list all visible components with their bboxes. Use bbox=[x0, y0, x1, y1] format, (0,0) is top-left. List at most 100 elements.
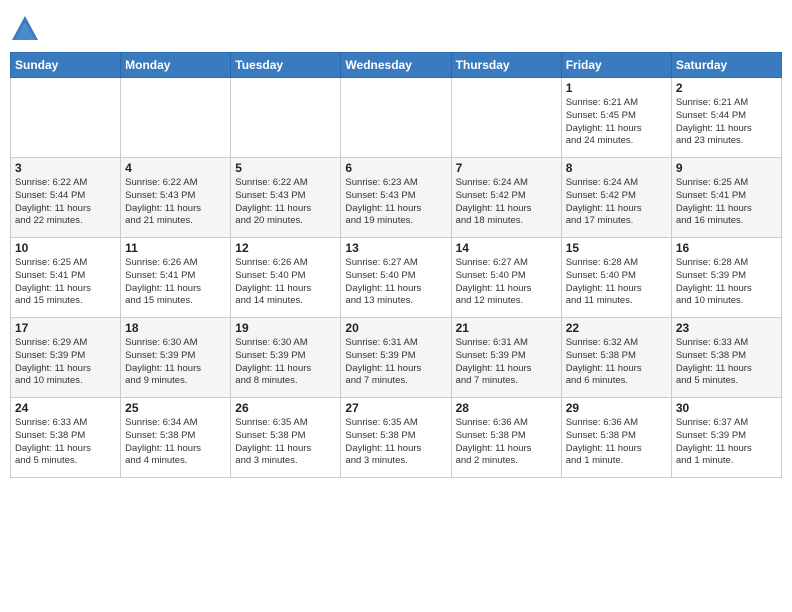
calendar-week-row: 24 Sunrise: 6:33 AM Sunset: 5:38 PM Dayli… bbox=[11, 398, 782, 478]
day-number: 30 bbox=[676, 401, 777, 415]
calendar-week-row: 10Sunrise: 6:25 AM Sunset: 5:41 PM Dayli… bbox=[11, 238, 782, 318]
calendar-week-row: 17 Sunrise: 6:29 AM Sunset: 5:39 PM Dayli… bbox=[11, 318, 782, 398]
calendar-day-cell: 20 Sunrise: 6:31 AM Sunset: 5:39 PM Dayli… bbox=[341, 318, 451, 398]
day-info: Sunrise: 6:22 AM Sunset: 5:43 PM Dayligh… bbox=[125, 177, 226, 228]
day-number: 14 bbox=[456, 241, 557, 255]
calendar-empty-cell bbox=[121, 78, 231, 158]
day-info: Sunrise: 6:31 AM Sunset: 5:39 PM Dayligh… bbox=[456, 337, 557, 388]
day-info: Sunrise: 6:30 AM Sunset: 5:39 PM Dayligh… bbox=[235, 337, 336, 388]
calendar-day-cell: 4 Sunrise: 6:22 AM Sunset: 5:43 PM Daylig… bbox=[121, 158, 231, 238]
day-number: 22 bbox=[566, 321, 667, 335]
day-number: 26 bbox=[235, 401, 336, 415]
calendar-day-cell: 23 Sunrise: 6:33 AM Sunset: 5:38 PM Dayli… bbox=[671, 318, 781, 398]
calendar-day-cell: 13 Sunrise: 6:27 AM Sunset: 5:40 PM Dayli… bbox=[341, 238, 451, 318]
day-number: 19 bbox=[235, 321, 336, 335]
day-info: Sunrise: 6:33 AM Sunset: 5:38 PM Dayligh… bbox=[676, 337, 777, 388]
calendar-weekday-header: Monday bbox=[121, 53, 231, 78]
calendar-day-cell: 3 Sunrise: 6:22 AM Sunset: 5:44 PM Daylig… bbox=[11, 158, 121, 238]
calendar-day-cell: 18Sunrise: 6:30 AM Sunset: 5:39 PM Dayli… bbox=[121, 318, 231, 398]
day-info: Sunrise: 6:36 AM Sunset: 5:38 PM Dayligh… bbox=[456, 417, 557, 468]
calendar-day-cell: 26 Sunrise: 6:35 AM Sunset: 5:38 PM Dayli… bbox=[231, 398, 341, 478]
day-number: 24 bbox=[15, 401, 116, 415]
day-info: Sunrise: 6:24 AM Sunset: 5:42 PM Dayligh… bbox=[456, 177, 557, 228]
logo-icon bbox=[10, 14, 40, 44]
day-number: 2 bbox=[676, 81, 777, 95]
day-number: 3 bbox=[15, 161, 116, 175]
day-number: 12 bbox=[235, 241, 336, 255]
day-info: Sunrise: 6:21 AM Sunset: 5:45 PM Dayligh… bbox=[566, 97, 667, 148]
day-number: 20 bbox=[345, 321, 446, 335]
calendar-day-cell: 29 Sunrise: 6:36 AM Sunset: 5:38 PM Dayli… bbox=[561, 398, 671, 478]
day-info: Sunrise: 6:22 AM Sunset: 5:43 PM Dayligh… bbox=[235, 177, 336, 228]
calendar-empty-cell bbox=[341, 78, 451, 158]
day-info: Sunrise: 6:29 AM Sunset: 5:39 PM Dayligh… bbox=[15, 337, 116, 388]
calendar-day-cell: 16 Sunrise: 6:28 AM Sunset: 5:39 PM Dayli… bbox=[671, 238, 781, 318]
calendar-empty-cell bbox=[231, 78, 341, 158]
page-header bbox=[10, 10, 782, 44]
day-number: 16 bbox=[676, 241, 777, 255]
calendar-day-cell: 9 Sunrise: 6:25 AM Sunset: 5:41 PM Daylig… bbox=[671, 158, 781, 238]
calendar-weekday-header: Friday bbox=[561, 53, 671, 78]
day-info: Sunrise: 6:25 AM Sunset: 5:41 PM Dayligh… bbox=[676, 177, 777, 228]
day-info: Sunrise: 6:28 AM Sunset: 5:39 PM Dayligh… bbox=[676, 257, 777, 308]
calendar-weekday-header: Thursday bbox=[451, 53, 561, 78]
day-number: 5 bbox=[235, 161, 336, 175]
calendar-empty-cell bbox=[11, 78, 121, 158]
calendar-day-cell: 7 Sunrise: 6:24 AM Sunset: 5:42 PM Daylig… bbox=[451, 158, 561, 238]
logo bbox=[10, 14, 44, 44]
calendar-header-row: SundayMondayTuesdayWednesdayThursdayFrid… bbox=[11, 53, 782, 78]
calendar-day-cell: 25 Sunrise: 6:34 AM Sunset: 5:38 PM Dayli… bbox=[121, 398, 231, 478]
day-number: 7 bbox=[456, 161, 557, 175]
calendar-empty-cell bbox=[451, 78, 561, 158]
day-info: Sunrise: 6:35 AM Sunset: 5:38 PM Dayligh… bbox=[235, 417, 336, 468]
day-number: 13 bbox=[345, 241, 446, 255]
calendar-day-cell: 19 Sunrise: 6:30 AM Sunset: 5:39 PM Dayli… bbox=[231, 318, 341, 398]
day-info: Sunrise: 6:31 AM Sunset: 5:39 PM Dayligh… bbox=[345, 337, 446, 388]
day-number: 21 bbox=[456, 321, 557, 335]
day-number: 1 bbox=[566, 81, 667, 95]
day-info: Sunrise: 6:24 AM Sunset: 5:42 PM Dayligh… bbox=[566, 177, 667, 228]
calendar-day-cell: 11 Sunrise: 6:26 AM Sunset: 5:41 PM Dayli… bbox=[121, 238, 231, 318]
day-info: Sunrise: 6:23 AM Sunset: 5:43 PM Dayligh… bbox=[345, 177, 446, 228]
calendar-week-row: 3 Sunrise: 6:22 AM Sunset: 5:44 PM Daylig… bbox=[11, 158, 782, 238]
calendar-day-cell: 14Sunrise: 6:27 AM Sunset: 5:40 PM Dayli… bbox=[451, 238, 561, 318]
day-info: Sunrise: 6:37 AM Sunset: 5:39 PM Dayligh… bbox=[676, 417, 777, 468]
day-number: 15 bbox=[566, 241, 667, 255]
calendar-week-row: 1 Sunrise: 6:21 AM Sunset: 5:45 PM Daylig… bbox=[11, 78, 782, 158]
day-info: Sunrise: 6:26 AM Sunset: 5:41 PM Dayligh… bbox=[125, 257, 226, 308]
day-info: Sunrise: 6:33 AM Sunset: 5:38 PM Dayligh… bbox=[15, 417, 116, 468]
day-info: Sunrise: 6:32 AM Sunset: 5:38 PM Dayligh… bbox=[566, 337, 667, 388]
day-number: 17 bbox=[15, 321, 116, 335]
day-info: Sunrise: 6:25 AM Sunset: 5:41 PM Dayligh… bbox=[15, 257, 116, 308]
calendar-day-cell: 6 Sunrise: 6:23 AM Sunset: 5:43 PM Daylig… bbox=[341, 158, 451, 238]
calendar-day-cell: 1 Sunrise: 6:21 AM Sunset: 5:45 PM Daylig… bbox=[561, 78, 671, 158]
day-info: Sunrise: 6:28 AM Sunset: 5:40 PM Dayligh… bbox=[566, 257, 667, 308]
calendar-day-cell: 15 Sunrise: 6:28 AM Sunset: 5:40 PM Dayli… bbox=[561, 238, 671, 318]
calendar-day-cell: 28 Sunrise: 6:36 AM Sunset: 5:38 PM Dayli… bbox=[451, 398, 561, 478]
day-number: 4 bbox=[125, 161, 226, 175]
calendar-weekday-header: Sunday bbox=[11, 53, 121, 78]
day-info: Sunrise: 6:21 AM Sunset: 5:44 PM Dayligh… bbox=[676, 97, 777, 148]
day-number: 6 bbox=[345, 161, 446, 175]
day-info: Sunrise: 6:30 AM Sunset: 5:39 PM Dayligh… bbox=[125, 337, 226, 388]
calendar-day-cell: 22 Sunrise: 6:32 AM Sunset: 5:38 PM Dayli… bbox=[561, 318, 671, 398]
day-info: Sunrise: 6:27 AM Sunset: 5:40 PM Dayligh… bbox=[345, 257, 446, 308]
calendar-day-cell: 2 Sunrise: 6:21 AM Sunset: 5:44 PM Daylig… bbox=[671, 78, 781, 158]
day-number: 25 bbox=[125, 401, 226, 415]
calendar-weekday-header: Saturday bbox=[671, 53, 781, 78]
calendar-day-cell: 8Sunrise: 6:24 AM Sunset: 5:42 PM Daylig… bbox=[561, 158, 671, 238]
day-info: Sunrise: 6:35 AM Sunset: 5:38 PM Dayligh… bbox=[345, 417, 446, 468]
day-number: 28 bbox=[456, 401, 557, 415]
day-info: Sunrise: 6:22 AM Sunset: 5:44 PM Dayligh… bbox=[15, 177, 116, 228]
day-info: Sunrise: 6:36 AM Sunset: 5:38 PM Dayligh… bbox=[566, 417, 667, 468]
calendar-day-cell: 24 Sunrise: 6:33 AM Sunset: 5:38 PM Dayli… bbox=[11, 398, 121, 478]
day-number: 11 bbox=[125, 241, 226, 255]
calendar-day-cell: 10Sunrise: 6:25 AM Sunset: 5:41 PM Dayli… bbox=[11, 238, 121, 318]
calendar-weekday-header: Tuesday bbox=[231, 53, 341, 78]
calendar-table: SundayMondayTuesdayWednesdayThursdayFrid… bbox=[10, 52, 782, 478]
day-number: 29 bbox=[566, 401, 667, 415]
calendar-day-cell: 5 Sunrise: 6:22 AM Sunset: 5:43 PM Daylig… bbox=[231, 158, 341, 238]
day-number: 9 bbox=[676, 161, 777, 175]
day-number: 23 bbox=[676, 321, 777, 335]
day-info: Sunrise: 6:34 AM Sunset: 5:38 PM Dayligh… bbox=[125, 417, 226, 468]
